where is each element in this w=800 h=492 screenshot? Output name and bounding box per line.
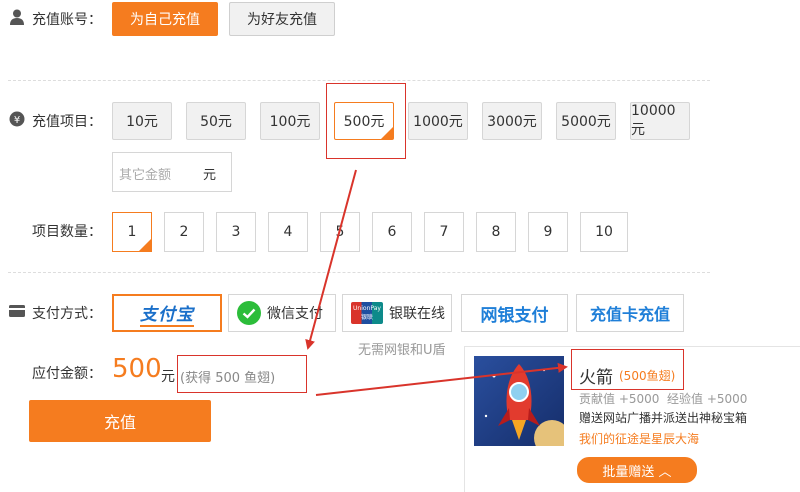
annotation-arrows xyxy=(305,169,568,396)
annotation-arrow-2 xyxy=(315,362,568,396)
annotation-arrow-1 xyxy=(305,169,357,350)
